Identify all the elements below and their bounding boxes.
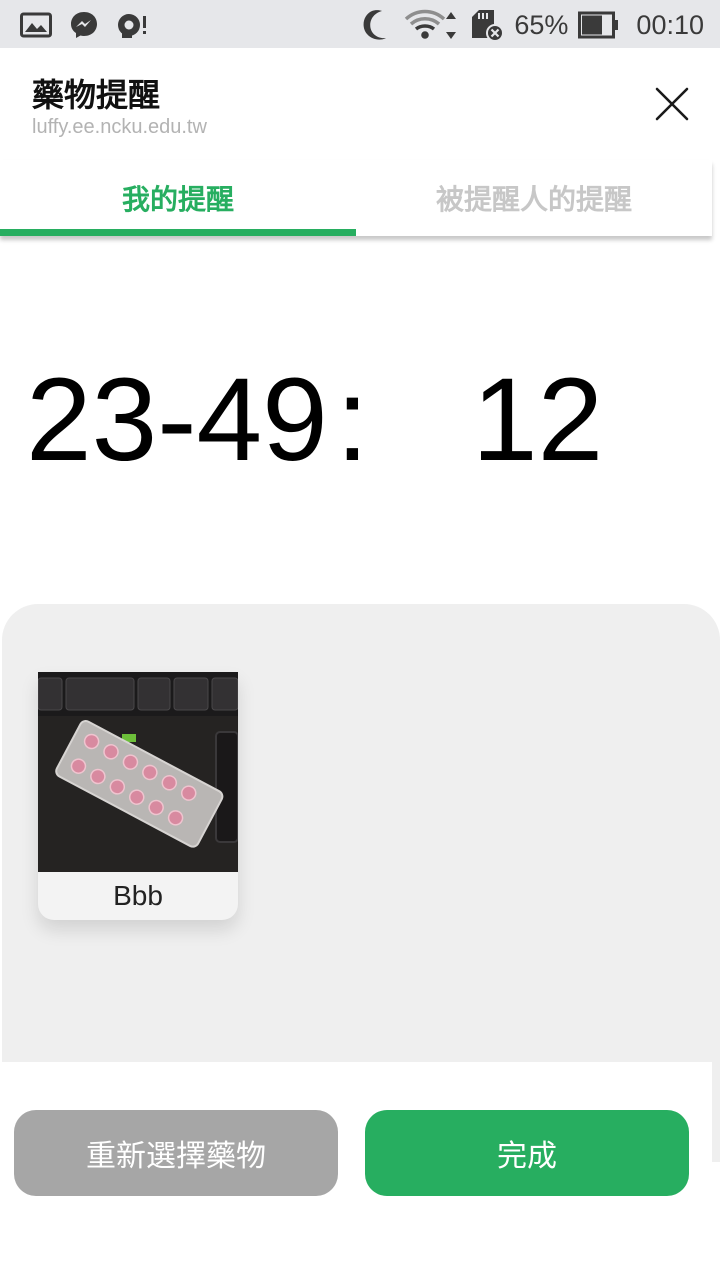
wifi-icon bbox=[404, 8, 460, 42]
status-time: 00:10 bbox=[636, 9, 704, 40]
tab-bar: 我的提醒 被提醒人的提醒 bbox=[0, 160, 712, 236]
reselect-medicine-button[interactable]: 重新選擇藥物 bbox=[14, 1110, 338, 1196]
battery-percent: 65% bbox=[514, 9, 569, 40]
tab-my-reminders[interactable]: 我的提醒 bbox=[0, 160, 356, 236]
tab-reminded-person-reminders[interactable]: 被提醒人的提醒 bbox=[356, 160, 712, 236]
status-bar: 65% 00:10 bbox=[0, 0, 720, 48]
medicine-panel: Bbb bbox=[2, 604, 720, 1062]
battery-icon bbox=[578, 11, 620, 39]
close-icon bbox=[655, 87, 689, 121]
page-title: 藥物提醒 bbox=[32, 76, 161, 114]
page-url: luffy.ee.ncku.edu.tw bbox=[32, 116, 207, 138]
notification-icon bbox=[116, 10, 150, 40]
time-separator: : bbox=[336, 354, 369, 486]
time-minutes[interactable]: 12 bbox=[472, 350, 603, 490]
panel-edge bbox=[712, 1062, 720, 1162]
medicine-name: Bbb bbox=[113, 880, 163, 911]
medicine-photo bbox=[38, 672, 238, 872]
messenger-icon bbox=[68, 9, 100, 41]
sd-card-icon bbox=[470, 8, 505, 42]
close-button[interactable] bbox=[652, 84, 692, 124]
medicine-card[interactable]: Bbb bbox=[38, 672, 238, 920]
time-hours[interactable]: 23-49 bbox=[26, 350, 328, 490]
done-button[interactable]: 完成 bbox=[365, 1110, 689, 1196]
moon-icon bbox=[360, 8, 394, 42]
app-header: 藥物提醒 luffy.ee.ncku.edu.tw bbox=[0, 48, 720, 158]
reminder-time-display[interactable]: 23-49 : 12 bbox=[0, 350, 720, 490]
gallery-icon bbox=[20, 12, 52, 38]
